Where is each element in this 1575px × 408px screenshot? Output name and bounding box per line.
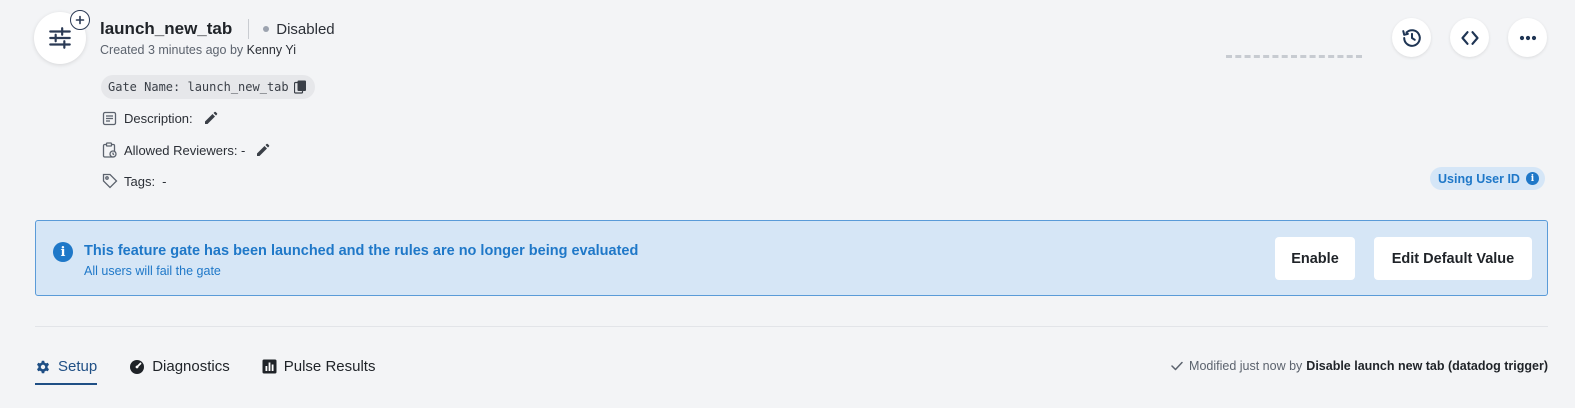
created-prefix: Created 3 minutes ago by — [100, 43, 244, 57]
tab-diagnostics[interactable]: Diagnostics — [129, 355, 230, 385]
modified-prefix: Modified just now by — [1189, 359, 1303, 373]
status-badge: Disabled — [276, 20, 335, 38]
gate-name-label: Gate Name: launch_new_tab — [108, 80, 289, 94]
banner-headline: This feature gate has been launched and … — [84, 243, 639, 259]
description-row: Description: — [101, 108, 218, 128]
info-icon: i — [1525, 172, 1539, 185]
code-icon — [1460, 30, 1479, 45]
clipboard-clock-icon — [101, 142, 118, 159]
history-button[interactable] — [1392, 18, 1431, 57]
add-icon[interactable] — [70, 10, 90, 30]
tags-row: Tags: - — [101, 171, 166, 191]
tab-pulse-results[interactable]: Pulse Results — [262, 355, 376, 385]
reviewers-label: Allowed Reviewers: - — [124, 142, 246, 158]
tab-setup-label: Setup — [58, 358, 98, 375]
section-divider — [35, 326, 1548, 327]
description-label: Description: — [124, 110, 193, 126]
gate-title: launch_new_tab — [100, 19, 233, 38]
bar-chart-icon — [262, 359, 277, 374]
banner-subline: All users will fail the gate — [84, 264, 221, 278]
more-horizontal-icon — [1519, 35, 1536, 40]
tag-icon — [101, 173, 118, 190]
tab-pulse-results-label: Pulse Results — [283, 358, 376, 375]
tab-setup[interactable]: Setup — [35, 355, 98, 385]
title-divider — [248, 19, 250, 39]
id-type-label: Using User ID — [1438, 171, 1520, 186]
title-row: launch_new_tab Disabled — [100, 18, 335, 40]
launched-banner: i This feature gate has been launched an… — [35, 220, 1548, 296]
tab-diagnostics-label: Diagnostics — [152, 358, 230, 375]
reviewers-row: Allowed Reviewers: - — [101, 140, 270, 160]
modified-trigger: Disable launch new tab (datadog trigger) — [1306, 359, 1548, 373]
edit-default-value-button[interactable]: Edit Default Value — [1374, 237, 1532, 280]
tab-bar: Setup Diagnostics Pulse Results — [35, 355, 407, 385]
modified-info: Modified just now by Disable launch new … — [1171, 359, 1548, 373]
tags-value: - — [162, 173, 167, 189]
check-icon — [1171, 361, 1183, 371]
loading-placeholder — [1226, 55, 1362, 58]
created-by: Kenny Yi — [246, 43, 296, 57]
code-button[interactable] — [1450, 18, 1489, 57]
more-button[interactable] — [1508, 18, 1547, 57]
gate-avatar — [34, 10, 90, 64]
edit-description-icon[interactable] — [204, 111, 218, 125]
enable-button[interactable]: Enable — [1275, 237, 1355, 280]
banner-info-icon: i — [53, 242, 73, 262]
gear-icon — [35, 359, 51, 375]
edit-reviewers-icon[interactable] — [256, 143, 270, 157]
copy-icon[interactable] — [293, 80, 307, 94]
id-type-chip[interactable]: Using User ID i — [1430, 167, 1545, 190]
gate-name-chip[interactable]: Gate Name: launch_new_tab — [101, 75, 315, 99]
notes-icon — [101, 110, 118, 127]
tags-label: Tags: — [124, 173, 156, 189]
created-info: Created 3 minutes ago by Kenny Yi — [100, 43, 296, 57]
status-dot — [263, 26, 270, 32]
gauge-icon — [129, 359, 145, 375]
sliders-icon — [49, 27, 71, 49]
history-icon — [1401, 28, 1421, 47]
